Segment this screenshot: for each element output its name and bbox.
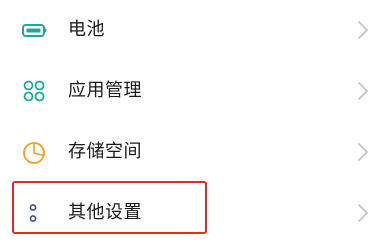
settings-item-label: 电池 (68, 19, 105, 40)
chevron-right-icon (356, 142, 370, 162)
chevron-right-icon (356, 20, 370, 40)
chevron-right-icon (356, 203, 370, 223)
settings-item-label: 存储空间 (68, 141, 142, 162)
battery-icon (20, 16, 48, 44)
settings-item-battery[interactable]: 电池 (0, 0, 382, 60)
app-grid-icon (20, 77, 48, 105)
settings-item-label: 应用管理 (68, 80, 142, 101)
settings-item-other-settings[interactable]: 其他设置 (0, 183, 382, 243)
settings-list: 电池 应用管理 存储空间 其他设置 (0, 0, 382, 244)
settings-item-label: 其他设置 (68, 202, 142, 223)
chevron-right-icon (356, 81, 370, 101)
settings-item-storage[interactable]: 存储空间 (0, 122, 382, 182)
storage-pie-icon (20, 138, 48, 166)
settings-item-app-management[interactable]: 应用管理 (0, 61, 382, 121)
more-dots-icon (20, 199, 48, 227)
